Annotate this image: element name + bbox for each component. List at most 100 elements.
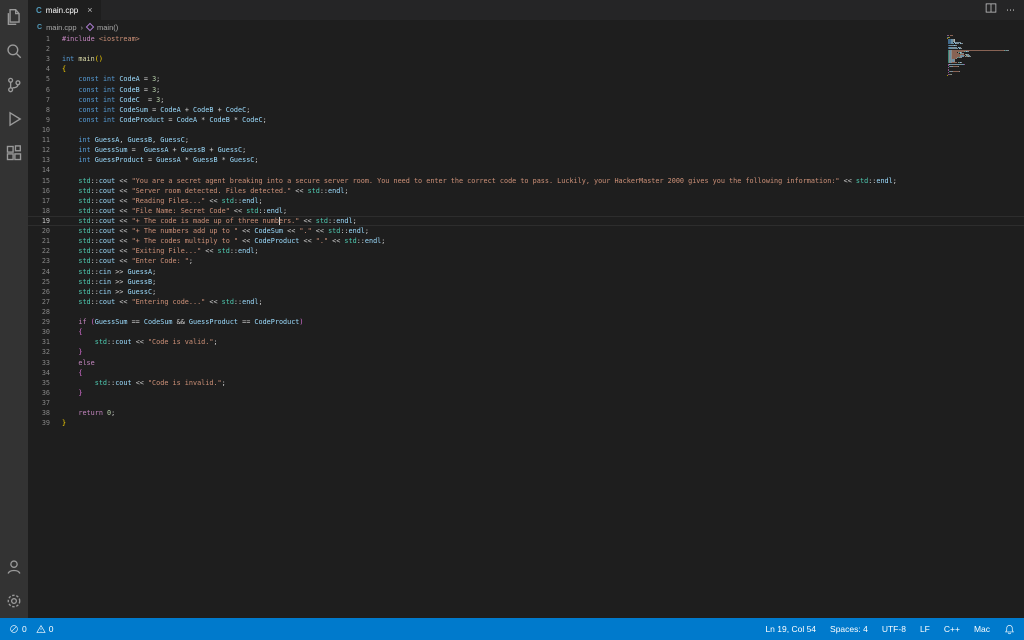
line-number[interactable]: 13: [28, 155, 50, 165]
code-line-37[interactable]: 37: [28, 398, 1024, 408]
line-number[interactable]: 8: [28, 105, 50, 115]
code-line-5[interactable]: 5 const int CodeA = 3;: [28, 74, 1024, 84]
code-line-24[interactable]: 24 std::cin >> GuessA;: [28, 267, 1024, 277]
line-number[interactable]: 14: [28, 165, 50, 175]
code-line-7[interactable]: 7 const int CodeC = 3;: [28, 95, 1024, 105]
account-icon[interactable]: [3, 556, 25, 578]
line-number[interactable]: 29: [28, 317, 50, 327]
more-actions-icon[interactable]: ⋯: [1006, 5, 1016, 16]
language-mode[interactable]: C++: [944, 624, 960, 634]
code-line-11[interactable]: 11 int GuessA, GuessB, GuessC;: [28, 135, 1024, 145]
code-line-17[interactable]: 17 std::cout << "Reading Files..." << st…: [28, 196, 1024, 206]
problems-errors[interactable]: 0: [9, 624, 27, 634]
line-number[interactable]: 12: [28, 145, 50, 155]
encoding[interactable]: UTF-8: [882, 624, 906, 634]
line-number[interactable]: 30: [28, 327, 50, 337]
line-number[interactable]: 5: [28, 74, 50, 84]
code-line-4[interactable]: 4{: [28, 64, 1024, 74]
code-line-12[interactable]: 12 int GuessSum = GuessA + GuessB + Gues…: [28, 145, 1024, 155]
line-number[interactable]: 37: [28, 398, 50, 408]
code-line-22[interactable]: 22 std::cout << "Exiting File..." << std…: [28, 246, 1024, 256]
line-number[interactable]: 32: [28, 347, 50, 357]
search-icon[interactable]: [3, 40, 25, 62]
line-number[interactable]: 36: [28, 388, 50, 398]
line-number[interactable]: 7: [28, 95, 50, 105]
line-number[interactable]: 11: [28, 135, 50, 145]
line-number[interactable]: 35: [28, 378, 50, 388]
line-number[interactable]: 2: [28, 44, 50, 54]
code-line-31[interactable]: 31 std::cout << "Code is valid.";: [28, 337, 1024, 347]
problems-warnings[interactable]: 0: [36, 624, 54, 634]
code-line-34[interactable]: 34 {: [28, 368, 1024, 378]
extensions-icon[interactable]: [3, 142, 25, 164]
source-control-icon[interactable]: [3, 74, 25, 96]
split-editor-icon[interactable]: [985, 1, 997, 19]
code-line-21[interactable]: 21 std::cout << "+ The codes multiply to…: [28, 236, 1024, 246]
code-line-28[interactable]: 28: [28, 307, 1024, 317]
settings-gear-icon[interactable]: [3, 590, 25, 612]
line-number[interactable]: 24: [28, 267, 50, 277]
line-number[interactable]: 6: [28, 85, 50, 95]
line-number[interactable]: 26: [28, 287, 50, 297]
code-line-38[interactable]: 38 return 0;: [28, 408, 1024, 418]
line-number[interactable]: 27: [28, 297, 50, 307]
code-line-10[interactable]: 10: [28, 125, 1024, 135]
editor[interactable]: 1#include <iostream>23int main()4{5 cons…: [28, 34, 1024, 618]
code-line-25[interactable]: 25 std::cin >> GuessB;: [28, 277, 1024, 287]
line-number[interactable]: 23: [28, 256, 50, 266]
code-line-13[interactable]: 13 int GuessProduct = GuessA * GuessB * …: [28, 155, 1024, 165]
code-line-36[interactable]: 36 }: [28, 388, 1024, 398]
tab-main-cpp[interactable]: C main.cpp ×: [28, 0, 102, 20]
code-line-9[interactable]: 9 const int CodeProduct = CodeA * CodeB …: [28, 115, 1024, 125]
line-number[interactable]: 10: [28, 125, 50, 135]
code-line-20[interactable]: 20 std::cout << "+ The numbers add up to…: [28, 226, 1024, 236]
line-number[interactable]: 3: [28, 54, 50, 64]
eol-sequence[interactable]: LF: [920, 624, 930, 634]
code-line-26[interactable]: 26 std::cin >> GuessC;: [28, 287, 1024, 297]
explorer-icon[interactable]: [3, 6, 25, 28]
run-debug-icon[interactable]: [3, 108, 25, 130]
close-tab-icon[interactable]: ×: [87, 5, 92, 15]
code-line-35[interactable]: 35 std::cout << "Code is invalid.";: [28, 378, 1024, 388]
line-number[interactable]: 31: [28, 337, 50, 347]
code-line-39[interactable]: 39}: [28, 418, 1024, 428]
code-line-18[interactable]: 18 std::cout << "File Name: Secret Code"…: [28, 206, 1024, 216]
code-line-29[interactable]: 29 if (GuessSum == CodeSum && GuessProdu…: [28, 317, 1024, 327]
code-line-27[interactable]: 27 std::cout << "Entering code..." << st…: [28, 297, 1024, 307]
code-line-14[interactable]: 14: [28, 165, 1024, 175]
code-line-16[interactable]: 16 std::cout << "Server room detected. F…: [28, 186, 1024, 196]
keyboard-layout[interactable]: Mac: [974, 624, 990, 634]
line-number[interactable]: 1: [28, 34, 50, 44]
line-number[interactable]: 9: [28, 115, 50, 125]
line-number[interactable]: 22: [28, 246, 50, 256]
breadcrumb-file[interactable]: main.cpp: [46, 23, 76, 32]
line-number[interactable]: 33: [28, 358, 50, 368]
code-line-1[interactable]: 1#include <iostream>: [28, 34, 1024, 44]
indentation[interactable]: Spaces: 4: [830, 624, 868, 634]
code-line-30[interactable]: 30 {: [28, 327, 1024, 337]
line-number[interactable]: 18: [28, 206, 50, 216]
code-line-15[interactable]: 15 std::cout << "You are a secret agent …: [28, 176, 1024, 186]
line-number[interactable]: 25: [28, 277, 50, 287]
line-number[interactable]: 21: [28, 236, 50, 246]
code-line-33[interactable]: 33 else: [28, 358, 1024, 368]
code-line-32[interactable]: 32 }: [28, 347, 1024, 357]
minimap[interactable]: [947, 35, 1010, 76]
cursor-position[interactable]: Ln 19, Col 54: [765, 624, 816, 634]
line-number[interactable]: 28: [28, 307, 50, 317]
breadcrumb-symbol[interactable]: main(): [97, 23, 118, 32]
code-line-23[interactable]: 23 std::cout << "Enter Code: ";: [28, 256, 1024, 266]
code-line-19[interactable]: 19 std::cout << "+ The code is made up o…: [28, 216, 1024, 226]
code-line-2[interactable]: 2: [28, 44, 1024, 54]
code-line-3[interactable]: 3int main(): [28, 54, 1024, 64]
line-number[interactable]: 38: [28, 408, 50, 418]
line-number[interactable]: 34: [28, 368, 50, 378]
line-number[interactable]: 20: [28, 226, 50, 236]
line-number[interactable]: 39: [28, 418, 50, 428]
line-number[interactable]: 16: [28, 186, 50, 196]
code-line-8[interactable]: 8 const int CodeSum = CodeA + CodeB + Co…: [28, 105, 1024, 115]
line-number[interactable]: 15: [28, 176, 50, 186]
notifications-bell-icon[interactable]: [1004, 624, 1015, 635]
code-line-6[interactable]: 6 const int CodeB = 3;: [28, 85, 1024, 95]
line-number[interactable]: 17: [28, 196, 50, 206]
